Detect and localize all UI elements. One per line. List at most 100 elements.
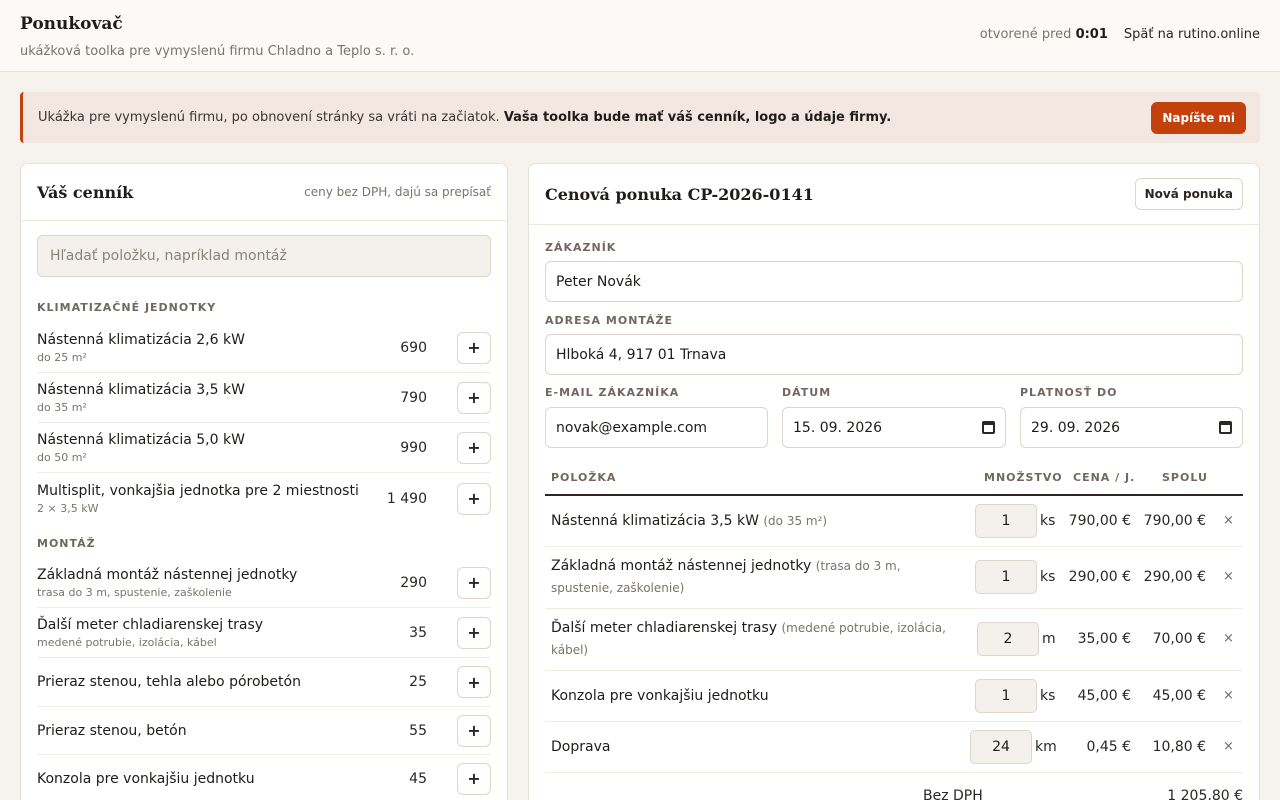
column-unit-price: CENA / J. bbox=[1073, 471, 1136, 484]
add-item-button[interactable]: + bbox=[457, 431, 491, 464]
item-info: Nástenná klimatizácia 5,0 kW do 50 m² bbox=[37, 432, 367, 464]
app-title: Ponukovač bbox=[20, 14, 123, 34]
add-item-button[interactable]: + bbox=[457, 714, 491, 747]
add-item-button[interactable]: + bbox=[457, 566, 491, 599]
item-price: 290 bbox=[400, 574, 427, 591]
quote-row: Doprava 24 km 0,45 € 10,80 € × bbox=[545, 722, 1243, 773]
new-quote-button[interactable]: Nová ponuka bbox=[1134, 178, 1243, 210]
add-item-button[interactable]: + bbox=[457, 666, 491, 698]
row-title: Konzola pre vonkajšiu jednotku bbox=[551, 688, 769, 704]
add-item-button[interactable]: + bbox=[457, 331, 491, 364]
contact-button[interactable]: Napíšte mi bbox=[1151, 101, 1246, 134]
quote-row: Ďalší meter chladiarenskej trasy (medené… bbox=[545, 609, 1243, 671]
date-field[interactable]: 15. 09. 2026 bbox=[782, 407, 1006, 448]
pricelist-item: Konzola pre vonkajšiu jednotku 45 + bbox=[37, 755, 491, 800]
add-item-button[interactable]: + bbox=[457, 762, 491, 795]
app-subtitle: ukážková toolka pre vymyslenú firmu Chla… bbox=[20, 44, 415, 59]
item-description: 2 × 3,5 kW bbox=[37, 501, 99, 515]
valid-until-value: 29. 09. 2026 bbox=[1031, 419, 1121, 436]
item-name: Nástenná klimatizácia 2,6 kW bbox=[37, 331, 245, 348]
item-name: Prieraz stenou, betón bbox=[37, 722, 187, 739]
quantity-input[interactable]: 1 bbox=[975, 679, 1037, 713]
item-name: Nástenná klimatizácia 5,0 kW bbox=[37, 431, 245, 448]
quote-header: Cenová ponuka CP-2026-0141 Nová ponuka bbox=[529, 164, 1259, 225]
pricelist-note: ceny bez DPH, dajú sa prepísať bbox=[304, 185, 491, 199]
opened-label: otvorené pred bbox=[979, 27, 1072, 42]
row-unit-price: 790,00 € bbox=[1068, 513, 1131, 529]
row-title: Základná montáž nástennej jednotky bbox=[551, 558, 812, 574]
remove-row-button[interactable]: × bbox=[1223, 513, 1234, 528]
row-name: Doprava bbox=[551, 736, 951, 758]
row-title: Doprava bbox=[551, 739, 611, 755]
item-price: 55 bbox=[409, 722, 427, 739]
remove-row-button[interactable]: × bbox=[1223, 739, 1234, 754]
item-description: do 35 m² bbox=[37, 400, 87, 414]
row-name: Nástenná klimatizácia 3,5 kW (do 35 m²) bbox=[551, 510, 951, 532]
pricelist-item: Multisplit, vonkajšia jednotka pre 2 mie… bbox=[37, 473, 491, 524]
search-input[interactable] bbox=[37, 235, 491, 277]
address-value: Hlboká 4, 917 01 Trnava bbox=[556, 346, 727, 363]
add-item-button[interactable]: + bbox=[457, 381, 491, 414]
remove-row-button[interactable]: × bbox=[1223, 631, 1234, 646]
opened-timer: otvorené pred 0:01 bbox=[980, 27, 1108, 42]
quantity-input[interactable]: 1 bbox=[975, 504, 1037, 538]
pricelist-item: Prieraz stenou, betón 55 + bbox=[37, 707, 491, 755]
pricelist-header: Váš cenník ceny bez DPH, dajú sa prepísa… bbox=[21, 164, 507, 221]
item-info: Ďalší meter chladiarenskej trasy medené … bbox=[37, 617, 367, 649]
item-name: Prieraz stenou, tehla alebo pórobetón bbox=[37, 674, 301, 690]
customer-label: ZÁKAZNÍK bbox=[545, 241, 617, 254]
item-description: do 50 m² bbox=[37, 450, 87, 464]
valid-until-field[interactable]: 29. 09. 2026 bbox=[1020, 407, 1243, 448]
banner-message: Ukážka pre vymyslenú firmu, po obnovení … bbox=[38, 110, 500, 125]
category-label: MONTÁŽ bbox=[37, 537, 96, 550]
row-note: (do 35 m²) bbox=[763, 514, 828, 528]
customer-field[interactable]: Peter Novák bbox=[545, 261, 1243, 302]
quantity-input[interactable]: 2 bbox=[977, 622, 1039, 656]
column-quantity: MNOŽSTVO bbox=[984, 471, 1063, 484]
banner-highlight: Vaša toolka bude mať váš cenník, logo a … bbox=[503, 110, 892, 125]
row-title: Ďalší meter chladiarenskej trasy bbox=[551, 620, 778, 636]
add-item-button[interactable]: + bbox=[457, 482, 491, 515]
app-header: Ponukovač ukážková toolka pre vymyslenú … bbox=[0, 0, 1280, 72]
item-info: Základná montáž nástennej jednotky trasa… bbox=[37, 567, 367, 599]
column-total: SPOLU bbox=[1162, 471, 1208, 484]
customer-value: Peter Novák bbox=[556, 273, 641, 290]
back-link[interactable]: Späť na rutino.online bbox=[1124, 27, 1260, 42]
row-name: Konzola pre vonkajšiu jednotku bbox=[551, 685, 951, 707]
item-price: 35 bbox=[409, 624, 427, 641]
category-label: KLIMATIZAČNÉ JEDNOTKY bbox=[37, 301, 217, 314]
calendar-icon[interactable] bbox=[1219, 421, 1232, 434]
item-info: Nástenná klimatizácia 2,6 kW do 25 m² bbox=[37, 332, 367, 364]
pricelist-item: Základná montáž nástennej jednotky trasa… bbox=[37, 558, 491, 608]
row-title: Nástenná klimatizácia 3,5 kW bbox=[551, 513, 759, 529]
row-unit-price: 35,00 € bbox=[1077, 631, 1131, 647]
calendar-icon[interactable] bbox=[982, 421, 995, 434]
pricelist-item: Prieraz stenou, tehla alebo pórobetón 25… bbox=[37, 658, 491, 707]
email-field[interactable]: novak@example.com bbox=[545, 407, 768, 448]
address-field[interactable]: Hlboká 4, 917 01 Trnava bbox=[545, 334, 1243, 375]
quote-row: Nástenná klimatizácia 3,5 kW (do 35 m²) … bbox=[545, 496, 1243, 547]
item-info: Multisplit, vonkajšia jednotka pre 2 mie… bbox=[37, 483, 367, 515]
item-price: 25 bbox=[409, 674, 427, 690]
item-name: Nástenná klimatizácia 3,5 kW bbox=[37, 381, 245, 398]
add-item-button[interactable]: + bbox=[457, 616, 491, 649]
item-price: 990 bbox=[400, 439, 427, 456]
quantity-input[interactable]: 24 bbox=[970, 730, 1032, 764]
remove-row-button[interactable]: × bbox=[1223, 569, 1234, 584]
remove-row-button[interactable]: × bbox=[1223, 688, 1234, 703]
date-label: DÁTUM bbox=[782, 386, 832, 399]
row-total: 10,80 € bbox=[1152, 739, 1206, 755]
item-price: 690 bbox=[400, 339, 427, 356]
quote-row: Základná montáž nástennej jednotky (tras… bbox=[545, 547, 1243, 609]
quantity-input[interactable]: 1 bbox=[975, 560, 1037, 594]
header-right: otvorené pred 0:01 Späť na rutino.online bbox=[980, 27, 1260, 42]
item-name: Multisplit, vonkajšia jednotka pre 2 mie… bbox=[37, 482, 359, 499]
item-info: Konzola pre vonkajšiu jednotku bbox=[37, 771, 367, 787]
address-label: ADRESA MONTÁŽE bbox=[545, 314, 674, 327]
opened-time: 0:01 bbox=[1075, 27, 1108, 42]
banner-text: Ukážka pre vymyslenú firmu, po obnovení … bbox=[38, 110, 891, 125]
row-total: 45,00 € bbox=[1152, 688, 1206, 704]
row-unit-price: 0,45 € bbox=[1086, 739, 1131, 755]
valid-until-label: PLATNOSŤ DO bbox=[1020, 386, 1118, 399]
row-total: 70,00 € bbox=[1152, 631, 1206, 647]
